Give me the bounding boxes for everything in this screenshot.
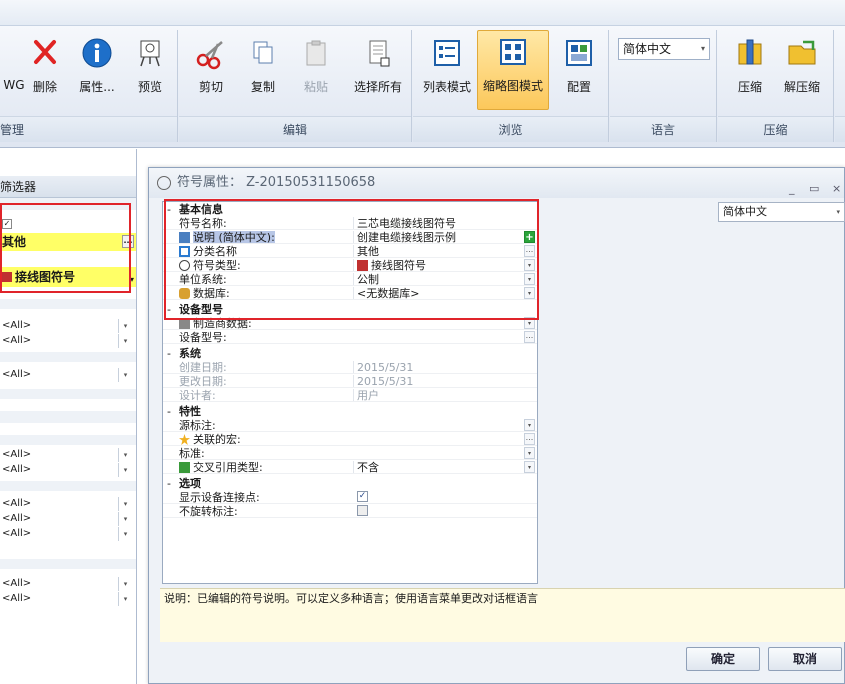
delete-x-icon	[28, 36, 62, 70]
copy-button[interactable]: 复制	[237, 32, 289, 106]
no-rotate-checkbox[interactable]	[357, 505, 368, 516]
chevron-down-icon[interactable]: ▾	[118, 527, 132, 541]
chevron-down-icon[interactable]: ▾	[118, 368, 132, 382]
chevron-down-icon[interactable]: ▾	[118, 592, 132, 606]
chevron-down-icon[interactable]: ▾	[524, 419, 535, 431]
config-icon	[562, 36, 596, 70]
filter-highlight-box	[0, 203, 131, 293]
cut-button[interactable]: 剪切	[185, 32, 237, 106]
row-no-rotate-label[interactable]: 不旋转标注:	[163, 505, 537, 518]
row-designer: 设计者: 用户	[163, 389, 537, 402]
show-points-checkbox[interactable]: ✓	[357, 491, 368, 502]
group-label-manage: 管理	[0, 116, 177, 142]
minimize-icon[interactable]: _	[789, 174, 795, 204]
chevron-down-icon: ▾	[836, 208, 840, 216]
chevron-down-icon[interactable]: ▾	[118, 577, 132, 591]
paste-clipboard-icon	[299, 36, 333, 70]
row-source-mark[interactable]: 源标注: ▾	[163, 419, 537, 432]
filter-all-8[interactable]: <All> ▾	[0, 527, 136, 541]
row-standard[interactable]: 标准: ▾	[163, 447, 537, 460]
filter-all-7[interactable]: <All> ▾	[0, 512, 136, 526]
properties-button[interactable]: 属性...	[71, 32, 123, 106]
row-show-connection-points[interactable]: 显示设备连接点: ✓	[163, 491, 537, 504]
delete-button[interactable]: 删除	[19, 32, 71, 106]
paste-button[interactable]: 粘贴	[290, 32, 342, 106]
scissors-icon	[194, 36, 228, 70]
section-traits[interactable]: - 特性	[163, 405, 537, 418]
close-icon[interactable]: ×	[832, 174, 841, 204]
filter-panel: 筛选器 ✓ 其他 ... 接线图符号 ▾ <All> ▾ <All> ▾ <All>…	[0, 149, 137, 684]
symbol-type-icon	[157, 176, 171, 190]
ellipsis-icon[interactable]: ...	[524, 433, 535, 445]
chevron-down-icon[interactable]: ▾	[118, 319, 132, 333]
ribbon-tab-strip	[0, 0, 845, 26]
group-label-compress: 压缩	[718, 116, 833, 142]
basic-info-highlight-box	[164, 199, 539, 320]
select-all-icon	[361, 36, 395, 70]
group-overflow	[835, 30, 845, 142]
filter-all-10[interactable]: <All> ▾	[0, 592, 136, 606]
chevron-down-icon[interactable]: ▾	[118, 497, 132, 511]
chevron-down-icon[interactable]: ▾	[118, 512, 132, 526]
ellipsis-icon[interactable]: ...	[524, 331, 535, 343]
group-browse: 列表模式 缩略图模式 配置 浏览	[413, 30, 609, 142]
filter-all-2[interactable]: <All> ▾	[0, 334, 136, 348]
filter-panel-header: 筛选器	[0, 176, 136, 198]
maximize-icon[interactable]: ▭	[809, 174, 819, 204]
decompress-button[interactable]: 解压缩	[776, 32, 828, 106]
filter-all-1[interactable]: <All> ▾	[0, 319, 136, 333]
list-mode-icon	[430, 36, 464, 70]
dialog-language-select[interactable]: 简体中文 ▾	[718, 202, 845, 222]
dialog-title-bar: 符号属性： Z-20150531150658 _ ▭ ×	[149, 168, 844, 198]
row-created-date: 创建日期: 2015/5/31	[163, 361, 537, 374]
preview-button[interactable]: 预览	[124, 32, 176, 106]
chevron-down-icon[interactable]: ▾	[118, 448, 132, 462]
group-label-browse: 浏览	[413, 116, 608, 142]
chevron-down-icon[interactable]: ▾	[118, 463, 132, 477]
filter-all-4[interactable]: <All> ▾	[0, 448, 136, 462]
select-all-button[interactable]: 选择所有	[350, 32, 406, 106]
cancel-button[interactable]: 取消	[768, 647, 842, 671]
group-manage: WG 删除 属性... 预览 管理	[0, 30, 178, 142]
chevron-down-icon[interactable]: ▾	[524, 447, 535, 459]
info-icon	[80, 36, 114, 70]
group-edit: 剪切 复制 粘贴 选择所有 编辑	[179, 30, 412, 142]
list-mode-button[interactable]: 列表模式	[417, 32, 477, 106]
chevron-down-icon: ▾	[700, 44, 705, 53]
group-compress: 压缩 解压缩 压缩	[718, 30, 834, 142]
row-macro[interactable]: 关联的宏:...	[163, 433, 537, 446]
compress-button[interactable]: 压缩	[724, 32, 776, 106]
preview-easel-icon	[133, 36, 167, 70]
description-panel: 说明：已编辑的符号说明。可以定义多种语言；使用语言菜单更改对话框语言	[160, 588, 845, 642]
row-device-model[interactable]: 设备型号:...	[163, 331, 537, 344]
copy-icon	[246, 36, 280, 70]
ok-button[interactable]: 确定	[686, 647, 760, 671]
row-modified-date: 更改日期: 2015/5/31	[163, 375, 537, 388]
group-language: 简体中文 ▾ 语言	[610, 30, 717, 142]
thumbnail-mode-icon	[496, 35, 530, 69]
star-icon	[179, 434, 190, 445]
compress-icon	[733, 36, 767, 70]
ribbon-language-select[interactable]: 简体中文 ▾	[618, 38, 710, 60]
group-label-language: 语言	[610, 116, 716, 142]
config-button[interactable]: 配置	[553, 32, 605, 106]
filter-all-5[interactable]: <All> ▾	[0, 463, 136, 477]
ribbon: WG 删除 属性... 预览 管理 剪切 复制 粘贴 选择所有 编辑 列表模式 …	[0, 0, 845, 148]
row-cross-ref-type[interactable]: 交叉引用类型: 不含 ▾	[163, 461, 537, 474]
chevron-down-icon[interactable]: ▾	[524, 461, 535, 473]
section-system[interactable]: - 系统	[163, 347, 537, 360]
filter-all-6[interactable]: <All> ▾	[0, 497, 136, 511]
group-label-edit: 编辑	[179, 116, 411, 142]
filter-all-3[interactable]: <All> ▾	[0, 368, 136, 382]
thumbnail-mode-button[interactable]: 缩略图模式	[477, 30, 549, 110]
chevron-down-icon[interactable]: ▾	[118, 334, 132, 348]
decompress-icon	[785, 36, 819, 70]
filter-all-9[interactable]: <All> ▾	[0, 577, 136, 591]
section-options[interactable]: - 选项	[163, 477, 537, 490]
cross-ref-arrow-icon	[179, 462, 190, 473]
